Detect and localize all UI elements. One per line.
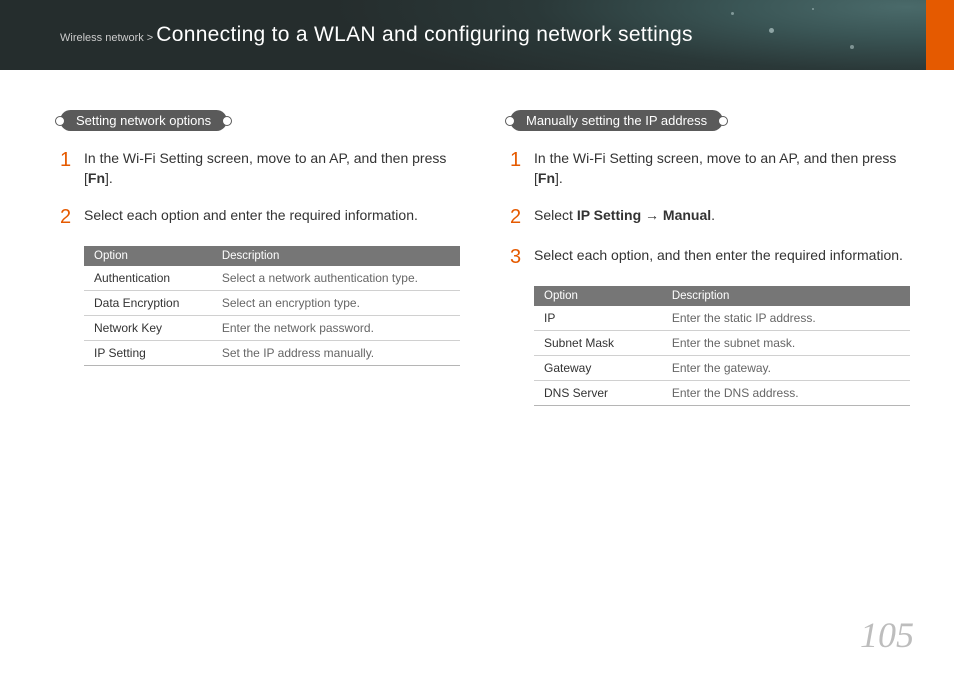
step-text: In the Wi-Fi Setting screen, move to an … [84,149,460,188]
step-number: 2 [510,206,534,228]
fn-key: Fn [538,170,555,186]
table-row: GatewayEnter the gateway. [534,356,910,381]
content-area: Setting network options 1 In the Wi-Fi S… [0,70,954,420]
step-number: 3 [510,246,534,268]
left-column: Setting network options 1 In the Wi-Fi S… [60,110,460,420]
table-header: Description [662,286,910,306]
table-row: IP SettingSet the IP address manually. [84,341,460,366]
breadcrumb-prefix: Wireless network > [60,32,156,44]
table-row: AuthenticationSelect a network authentic… [84,266,460,291]
breadcrumb: Wireless network > Connecting to a WLAN … [60,23,693,47]
step-text: In the Wi-Fi Setting screen, move to an … [534,149,910,188]
page-header: Wireless network > Connecting to a WLAN … [0,0,954,70]
step-item: 3 Select each option, and then enter the… [510,246,910,268]
section-heading-left: Setting network options [60,110,227,131]
step-text: Select each option, and then enter the r… [534,246,903,268]
step-number: 1 [510,149,534,188]
step-text: Select each option and enter the require… [84,206,418,228]
table-header: Option [534,286,662,306]
table-row: Network KeyEnter the network password. [84,316,460,341]
section-heading-right: Manually setting the IP address [510,110,723,131]
table-row: Data EncryptionSelect an encryption type… [84,291,460,316]
right-column: Manually setting the IP address 1 In the… [510,110,910,420]
step-number: 2 [60,206,84,228]
page-title: Connecting to a WLAN and configuring net… [156,23,693,46]
step-number: 1 [60,149,84,188]
page-number: 105 [860,614,914,656]
step-item: 1 In the Wi-Fi Setting screen, move to a… [60,149,460,188]
step-item: 2 Select IP Setting → Manual. [510,206,910,228]
table-row: IPEnter the static IP address. [534,306,910,331]
table-header: Option [84,246,212,266]
table-row: DNS ServerEnter the DNS address. [534,381,910,406]
step-item: 2 Select each option and enter the requi… [60,206,460,228]
options-table-right: Option Description IPEnter the static IP… [534,286,910,406]
options-table-left: Option Description AuthenticationSelect … [84,246,460,366]
step-item: 1 In the Wi-Fi Setting screen, move to a… [510,149,910,188]
table-row: Subnet MaskEnter the subnet mask. [534,331,910,356]
table-header: Description [212,246,460,266]
step-text: Select IP Setting → Manual. [534,206,715,228]
fn-key: Fn [88,170,105,186]
